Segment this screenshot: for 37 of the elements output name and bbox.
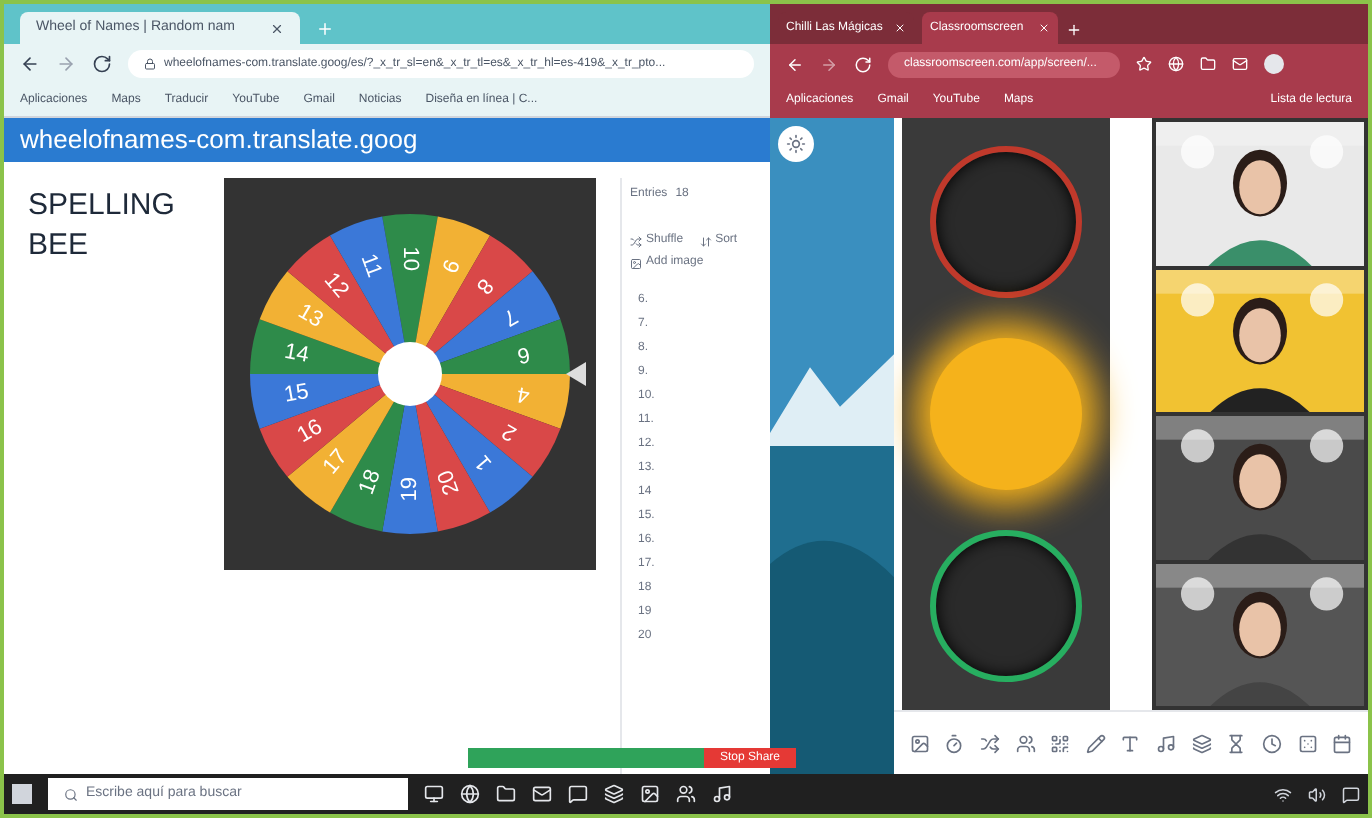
lock-icon (144, 58, 156, 70)
globe-icon[interactable] (460, 784, 480, 804)
timer-icon[interactable] (944, 733, 965, 753)
monitor-icon[interactable] (424, 784, 444, 804)
shuffle-icon (630, 235, 642, 247)
back-icon[interactable] (786, 55, 804, 73)
new-tab-icon[interactable] (1066, 22, 1082, 38)
users-icon[interactable] (676, 784, 696, 804)
close-icon[interactable] (270, 21, 284, 35)
sort-icon (699, 235, 712, 247)
hourglass-icon[interactable] (1226, 733, 1247, 753)
mail-icon[interactable] (532, 784, 552, 804)
star-icon[interactable] (1136, 56, 1152, 72)
pointer-icon (566, 362, 586, 386)
notification-icon[interactable] (1342, 785, 1360, 803)
music-icon[interactable] (712, 784, 732, 804)
image-icon (630, 257, 642, 269)
wifi-icon[interactable] (1274, 785, 1292, 803)
layers-icon[interactable] (604, 784, 624, 804)
pencil-icon[interactable] (1085, 733, 1106, 753)
qr-code-icon[interactable] (1050, 733, 1071, 753)
site-title: wheelofnames-com.translate.goog (20, 122, 418, 159)
folder-icon[interactable] (496, 784, 516, 804)
shuffle-icon[interactable] (980, 733, 1001, 753)
chat-icon[interactable] (568, 784, 588, 804)
clock-icon[interactable] (1261, 733, 1282, 753)
wheel-title: BEE (28, 226, 91, 266)
search-icon (64, 787, 78, 801)
wheel-hub (378, 342, 442, 406)
back-icon[interactable] (20, 54, 40, 74)
text-icon[interactable] (1120, 733, 1141, 753)
calendar-icon[interactable] (1332, 733, 1353, 753)
reload-icon[interactable] (92, 54, 112, 74)
start-icon[interactable] (12, 784, 32, 804)
wheel-title: SPELLING (28, 186, 177, 226)
volume-icon[interactable] (1308, 785, 1326, 803)
dice-icon[interactable] (1297, 733, 1317, 753)
